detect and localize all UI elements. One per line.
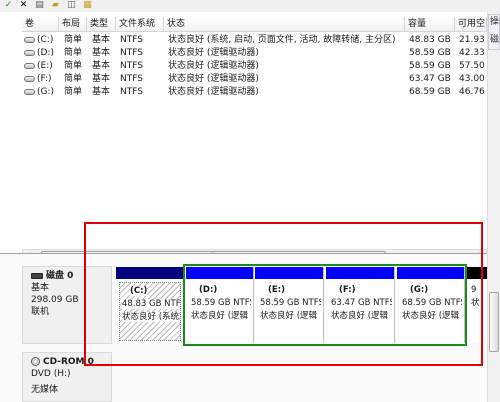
layout-cell: 简单 — [64, 48, 83, 58]
volume-name: (G:) — [37, 87, 55, 97]
table-row[interactable]: (C:) 简单 基本 NTFS 状态良好 (系统, 启动, 页面文件, 活动, … — [0, 34, 487, 47]
filesystem-cell: NTFS — [120, 48, 143, 58]
free-cell: 21.93 — [459, 35, 485, 45]
vertical-scrollbar[interactable] — [487, 12, 500, 402]
layout-cell: 简单 — [64, 35, 83, 45]
scrollbar-thumb[interactable] — [489, 292, 499, 352]
hard-disk-icon — [31, 272, 43, 279]
status-cell: 状态良好 (逻辑驱动器) — [168, 87, 259, 97]
status-cell: 状态良好 (逻辑驱动器) — [168, 61, 259, 71]
type-cell: 基本 — [92, 74, 111, 84]
volume-name: (C:) — [37, 35, 54, 45]
type-cell: 基本 — [92, 48, 111, 58]
drive-icon — [24, 49, 35, 56]
free-cell: 46.76 — [459, 87, 485, 97]
layout-cell: 简单 — [64, 87, 83, 97]
status-cell: 状态良好 (逻辑驱动器) — [168, 74, 259, 84]
delete-icon[interactable]: ✕ — [18, 0, 29, 10]
table-row[interactable]: (F:) 简单 基本 NTFS 状态良好 (逻辑驱动器) 63.47 GB 43… — [0, 73, 487, 86]
filesystem-cell: NTFS — [120, 87, 143, 97]
side-tab-char: 操 — [490, 17, 500, 27]
free-cell: 42.33 — [459, 48, 485, 58]
type-cell: 基本 — [92, 87, 111, 97]
column-header-filesystem[interactable]: 文件系统 — [116, 17, 164, 32]
volume-name: (F:) — [37, 74, 52, 84]
capacity-cell: 58.59 GB — [409, 48, 451, 58]
drive-icon — [24, 88, 35, 95]
table-row[interactable]: (E:) 简单 基本 NTFS 状态良好 (逻辑驱动器) 58.59 GB 57… — [0, 60, 487, 73]
side-tab-char: 磁 — [490, 35, 500, 45]
capacity-cell: 63.47 GB — [409, 74, 451, 84]
search-icon[interactable]: ◫ — [66, 0, 77, 10]
disk-title: 磁盘 0 — [46, 271, 74, 281]
column-header-status[interactable]: 状态 — [164, 17, 405, 32]
type-cell: 基本 — [92, 35, 111, 45]
open-folder-icon[interactable]: ▰ — [50, 0, 61, 10]
column-header-type[interactable]: 类型 — [87, 17, 116, 32]
volume-list: 卷 布局 类型 文件系统 状态 容量 可用空 (C:) 简单 基本 NTFS 状… — [0, 12, 487, 261]
drive-icon — [24, 62, 35, 69]
column-header-capacity[interactable]: 容量 — [405, 17, 455, 32]
free-cell: 57.50 — [459, 61, 485, 71]
help-icon[interactable]: ▦ — [82, 0, 93, 10]
filesystem-cell: NTFS — [120, 61, 143, 71]
drive-icon — [24, 75, 35, 82]
filesystem-cell: NTFS — [120, 74, 143, 84]
capacity-cell: 48.83 GB — [409, 35, 451, 45]
volume-name: (D:) — [37, 48, 54, 58]
status-cell: 状态良好 (逻辑驱动器) — [168, 48, 259, 58]
column-header-volume[interactable]: 卷 — [22, 17, 59, 32]
column-header-layout[interactable]: 布局 — [59, 17, 87, 32]
table-row[interactable]: (D:) 简单 基本 NTFS 状态良好 (逻辑驱动器) 58.59 GB 42… — [0, 47, 487, 60]
filesystem-cell: NTFS — [120, 35, 143, 45]
capacity-cell: 58.59 GB — [409, 61, 451, 71]
drive-icon — [24, 36, 35, 43]
cdrom-drive: DVD (H:) — [31, 369, 71, 379]
volume-name: (E:) — [37, 61, 53, 71]
column-header-free[interactable]: 可用空 — [455, 17, 487, 32]
layout-cell: 简单 — [64, 61, 83, 71]
capacity-cell: 68.59 GB — [409, 87, 451, 97]
toolbar: ✓ ✕ ▤ ▰ ◫ ▦ — [0, 0, 500, 12]
actions-panel-tab[interactable]: 操 磁 — [488, 14, 500, 50]
layout-cell: 简单 — [64, 74, 83, 84]
free-cell: 43.00 — [459, 74, 485, 84]
status-cell: 状态良好 (系统, 启动, 页面文件, 活动, 故障转储, 主分区) — [168, 35, 396, 45]
cd-drive-icon — [31, 357, 40, 366]
type-cell: 基本 — [92, 61, 111, 71]
table-row[interactable]: (G:) 简单 基本 NTFS 状态良好 (逻辑驱动器) 68.59 GB 46… — [0, 86, 487, 99]
cdrom-media: 无媒体 — [31, 385, 59, 395]
green-highlight-box — [183, 264, 467, 346]
properties-icon[interactable]: ▤ — [34, 0, 45, 10]
check-icon[interactable]: ✓ — [3, 0, 14, 10]
